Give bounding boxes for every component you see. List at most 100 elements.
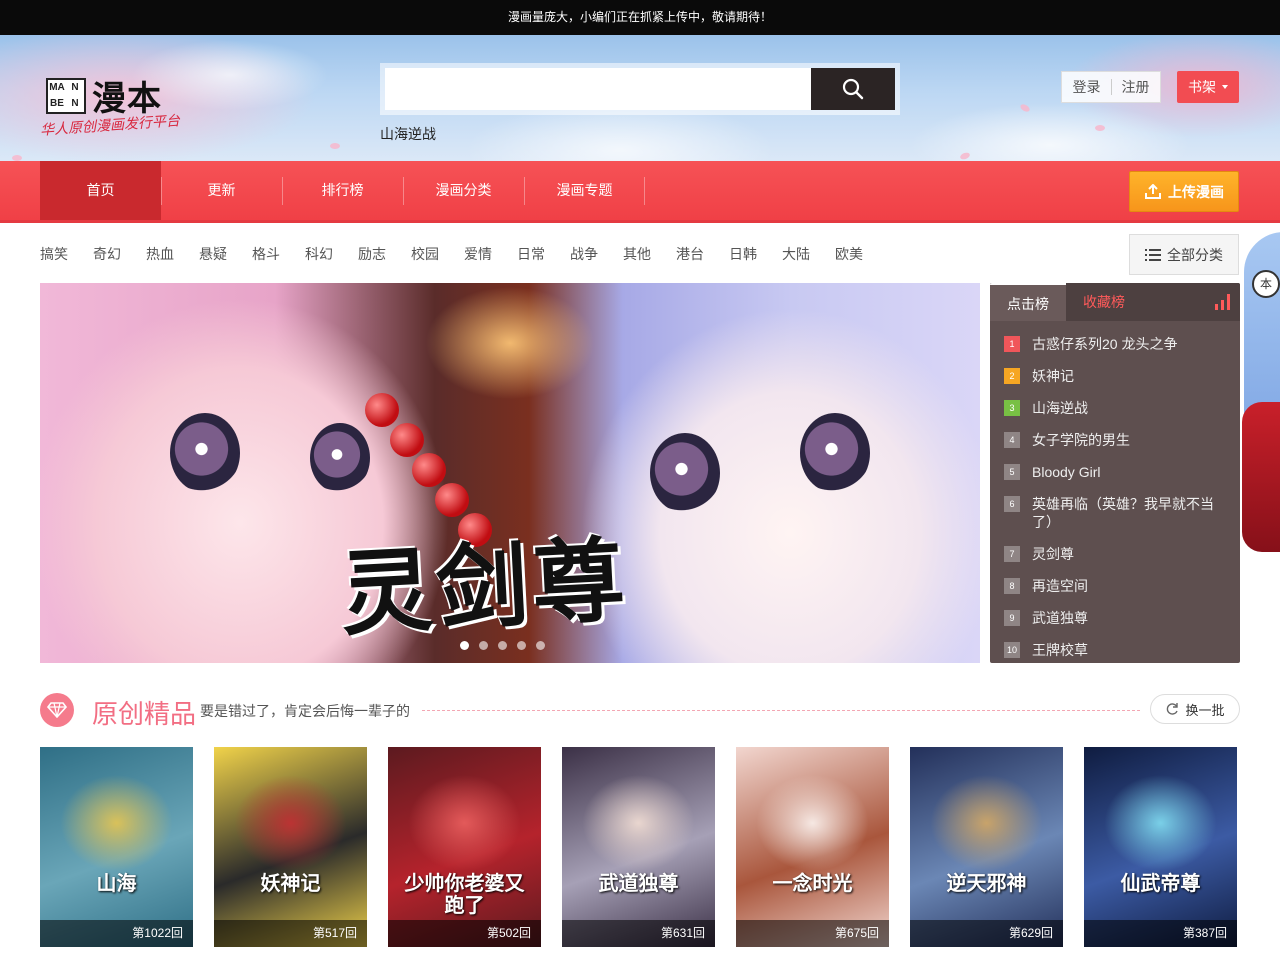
comic-cover-title: 一念时光: [772, 871, 853, 895]
side-mascot[interactable]: 本: [1240, 232, 1280, 612]
category-link[interactable]: 热血: [146, 244, 174, 264]
carousel-dot[interactable]: [517, 641, 526, 650]
category-link[interactable]: 其他: [623, 244, 651, 264]
carousel-dot[interactable]: [479, 641, 488, 650]
ranking-item[interactable]: 8 再造空间: [1004, 577, 1228, 595]
episode-count: 第1022回: [40, 920, 193, 947]
diamond-icon: [40, 693, 74, 727]
category-link[interactable]: 战争: [570, 244, 598, 264]
comic-card[interactable]: 一念时光 第675回: [736, 747, 889, 947]
carousel-dot[interactable]: [498, 641, 507, 650]
comic-cover-title: 妖神记: [260, 871, 321, 895]
episode-count: 第631回: [562, 920, 715, 947]
category-link[interactable]: 奇幻: [93, 244, 121, 264]
ranking-item[interactable]: 5 Bloody Girl: [1004, 463, 1228, 481]
category-link[interactable]: 大陆: [782, 244, 810, 264]
ranking-item[interactable]: 6 英雄再临（英雄？我早就不当了）: [1004, 495, 1228, 531]
rank-number: 8: [1004, 578, 1020, 594]
comic-card[interactable]: 妖神记 第517回: [214, 747, 367, 947]
refresh-icon: [1167, 703, 1179, 715]
ranking-item[interactable]: 7 灵剑尊: [1004, 545, 1228, 563]
category-bar: 搞笑 奇幻 热血 悬疑 格斗 科幻 励志 校园 爱情 日常 战争 其他 港台 日…: [40, 244, 888, 264]
ranking-title: 再造空间: [1032, 578, 1088, 594]
ranking-item[interactable]: 4 女子学院的男生: [1004, 431, 1228, 449]
banner-art: [650, 433, 720, 513]
banner-title-logo: 灵剑尊: [337, 525, 632, 649]
site-header: MA N BE N 漫本 华人原创漫画发行平台 山海逆战 登录 注册 书架: [0, 35, 1280, 161]
category-link[interactable]: 日常: [517, 244, 545, 264]
ranking-item[interactable]: 2 妖神记: [1004, 367, 1228, 385]
ranking-item[interactable]: 10 王牌校草: [1004, 641, 1228, 659]
logo-letter: N: [71, 97, 79, 109]
comic-card[interactable]: 少帅你老婆又跑了 第502回: [388, 747, 541, 947]
tab-clicks[interactable]: 点击榜: [990, 283, 1066, 321]
rank-number: 1: [1004, 336, 1020, 352]
mascot-dress: [1242, 402, 1280, 552]
petal-decoration: [1095, 125, 1105, 131]
comic-card[interactable]: 逆天邪神第629回: [910, 747, 1063, 947]
auth-links: 登录 注册: [1061, 71, 1161, 103]
category-link[interactable]: 科幻: [305, 244, 333, 264]
banner-carousel[interactable]: 灵剑尊: [40, 283, 980, 663]
category-link[interactable]: 格斗: [252, 244, 280, 264]
rank-number: 10: [1004, 642, 1020, 658]
search-box: [380, 63, 900, 115]
ranking-item[interactable]: 9 武道独尊: [1004, 609, 1228, 627]
category-link[interactable]: 港台: [676, 244, 704, 264]
rank-number: 2: [1004, 368, 1020, 384]
category-link[interactable]: 悬疑: [199, 244, 227, 264]
episode-count: 第387回: [1084, 920, 1237, 947]
banner-art: [310, 423, 370, 493]
comic-cover: [388, 747, 541, 947]
login-link[interactable]: 登录: [1073, 77, 1101, 97]
ranking-panel: 点击榜 收藏榜 1 古惑仔系列20 龙头之争 2 妖神记 3 山海逆战 4 女子学院的男…: [990, 283, 1240, 663]
refresh-batch-button[interactable]: 换一批: [1150, 694, 1240, 724]
category-link[interactable]: 搞笑: [40, 244, 68, 264]
search-input[interactable]: [385, 68, 811, 110]
comic-cover-title: 山海: [96, 871, 137, 895]
comic-cover-title: 逆天邪神: [946, 871, 1027, 895]
ranking-title: 王牌校草: [1032, 642, 1088, 658]
carousel-dot[interactable]: [536, 641, 545, 650]
nav-item-categories[interactable]: 漫画分类: [403, 161, 524, 220]
all-categories-button[interactable]: 全部分类: [1129, 234, 1239, 275]
register-link[interactable]: 注册: [1122, 77, 1150, 97]
search-button[interactable]: [811, 68, 895, 110]
banner-art: [365, 393, 399, 427]
category-link[interactable]: 爱情: [464, 244, 492, 264]
all-categories-label: 全部分类: [1167, 246, 1223, 263]
ranking-title: 灵剑尊: [1032, 546, 1074, 562]
caret-down-icon: [1222, 85, 1228, 89]
comic-card[interactable]: 山海第1022回: [40, 747, 193, 947]
ranking-list: 1 古惑仔系列20 龙头之争 2 妖神记 3 山海逆战 4 女子学院的男生 5 Blood…: [990, 321, 1240, 659]
ranking-item[interactable]: 3 山海逆战: [1004, 399, 1228, 417]
hot-search-word[interactable]: 山海逆战: [380, 124, 436, 144]
upload-comic-button[interactable]: 上传漫画: [1129, 171, 1239, 212]
banner-art: [390, 423, 424, 457]
comic-card[interactable]: 武道独尊 第631回: [562, 747, 715, 947]
ranking-title: Bloody Girl: [1032, 464, 1101, 480]
rank-number: 9: [1004, 610, 1020, 626]
bookshelf-button[interactable]: 书架: [1177, 71, 1239, 103]
comic-cover: [910, 747, 1063, 947]
category-link[interactable]: 日韩: [729, 244, 757, 264]
ranking-title: 英雄再临（英雄？我早就不当了）: [1032, 496, 1214, 530]
tab-collections[interactable]: 收藏榜: [1066, 283, 1142, 321]
comic-cover: [1084, 747, 1237, 947]
nav-item-topics[interactable]: 漫画专题: [524, 161, 645, 220]
ranking-item[interactable]: 1 古惑仔系列20 龙头之争: [1004, 335, 1228, 353]
main-nav: 首页 更新 排行榜 漫画分类 漫画专题 上传漫画: [0, 161, 1280, 223]
category-link[interactable]: 校园: [411, 244, 439, 264]
upload-label: 上传漫画: [1168, 183, 1224, 200]
banner-art: [800, 413, 870, 493]
nav-item-ranking[interactable]: 排行榜: [282, 161, 403, 220]
category-link[interactable]: 励志: [358, 244, 386, 264]
nav-item-home[interactable]: 首页: [40, 161, 161, 220]
banner-art: [412, 453, 446, 487]
nav-item-updates[interactable]: 更新: [161, 161, 282, 220]
carousel-dot[interactable]: [460, 641, 469, 650]
comic-card-list: 山海 第1022回 妖神记 第517回 少帅你老婆又跑了 第502回 武道独尊 第631回 一念…: [40, 747, 1237, 947]
episode-count: 第629回: [910, 920, 1063, 947]
category-link[interactable]: 欧美: [835, 244, 863, 264]
comic-card[interactable]: 仙武帝尊 第387回: [1084, 747, 1237, 947]
